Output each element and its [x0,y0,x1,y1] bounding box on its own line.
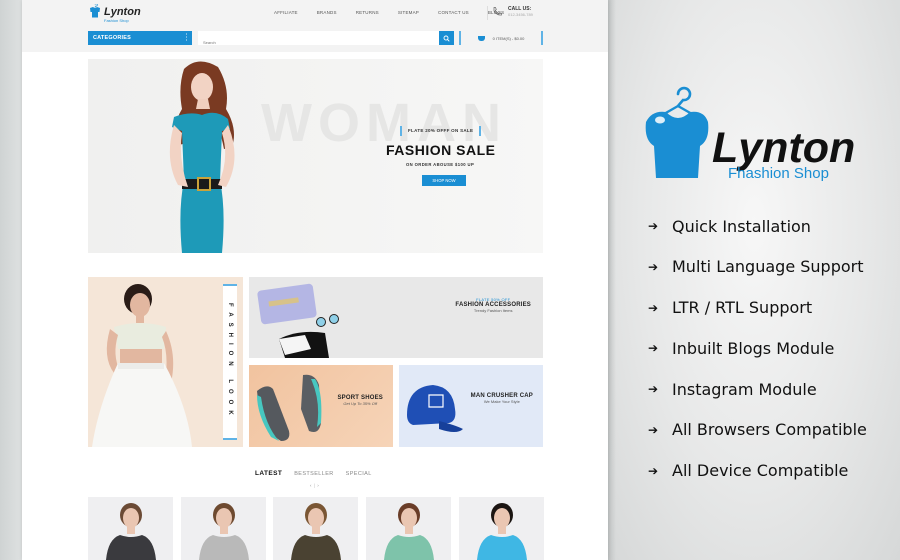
search-bar [198,31,454,50]
product-image [477,503,527,560]
nav-returns[interactable]: RETURNS [356,10,379,15]
cart-button[interactable]: 0 ITEM(S) - $0.00 [459,31,543,45]
product-image [199,503,249,560]
shirt-hanger-logo-icon [645,86,709,178]
arrow-right-icon: ➔ [648,422,659,437]
header: Lynton Fashion Shop AFFILIATE BRANDS RET… [22,0,608,52]
feature-label: Quick Installation [672,216,811,236]
shirt-hanger-icon [90,4,100,18]
brand-tagline: Fhashion Shop [728,165,829,182]
bags-sunglasses-image [257,283,339,358]
fashion-look-banner[interactable] [88,277,243,447]
feature-item: ➔ Quick Installation [648,216,867,236]
product-image [106,503,156,560]
arrow-right-icon: ➔ [648,300,659,315]
divider [487,6,488,20]
phone-icon [493,7,502,16]
menu-dots-icon: · · · [185,32,188,44]
logo-name: Lynton [104,6,141,18]
cart-summary: 0 ITEM(S) - $0.00 [492,35,525,41]
product-card[interactable] [459,497,544,560]
accessories-text: FLATE 50% OFF FASHION ACCESSORIES Trendy… [455,297,531,313]
fashion-accessories-banner[interactable]: FLATE 50% OFF FASHION ACCESSORIES Trendy… [249,277,543,358]
search-button[interactable] [439,31,454,45]
sport-shoes-image [257,374,322,441]
tab-latest[interactable]: LATEST [255,470,282,477]
hero-subtitle: ON ORDER ABOUSE $100 UP [406,162,475,167]
feature-item: ➔ Multi Language Support [648,257,867,277]
nav-sitemap[interactable]: SITEMAP [398,10,419,15]
categories-button[interactable]: CATEGORIES · · · [88,31,192,45]
arrow-right-icon: ➔ [648,463,659,478]
feature-label: Instagram Module [672,379,817,399]
hero-title: FASHION SALE [386,142,496,158]
search-icon [443,35,450,42]
hero-banner[interactable]: WOMAN FLATE 20% OFFF ON SALE FASHION SAL… [88,59,543,253]
arrow-right-icon: ➔ [648,382,659,397]
feature-label: All Device Compatible [672,461,849,481]
fashion-look-label: FASHION LOOK [223,284,237,440]
call-us: CALL US: 012-3456-789 [492,6,533,17]
product-card[interactable] [181,497,266,560]
arrow-right-icon: ➔ [648,341,659,356]
feature-item: ➔ All Browsers Compatible [648,420,867,440]
basket-icon [477,35,485,41]
nav-affiliate[interactable]: AFFILIATE [274,10,298,15]
cap-text: MAN CRUSHER CAP We Make Your Style [471,393,533,404]
feature-item: ➔ Instagram Module [648,379,867,399]
feature-label: Inbuilt Blogs Module [672,338,835,358]
arrow-right-icon: ➔ [648,259,659,274]
tab-special[interactable]: SPECIAL [346,471,372,477]
top-nav: AFFILIATE BRANDS RETURNS SITEMAP CONTACT… [274,10,523,15]
accessories-subtitle: Trendy Fashion Items [473,308,513,313]
feature-item: ➔ All Device Compatible [648,461,867,481]
shoes-text: SPORT SHOES Get Up To 35% Off [337,395,383,406]
theme-preview-page: Lynton Fashion Shop AFFILIATE BRANDS RET… [22,0,608,560]
model-blue-dress-image [169,61,235,253]
feature-item: ➔ Inbuilt Blogs Module [648,338,867,358]
prev-arrow-icon[interactable]: ‹ [310,483,312,488]
nav-brands[interactable]: BRANDS [317,10,337,15]
product-card[interactable] [88,497,173,560]
sport-shoes-banner[interactable]: SPORT SHOES Get Up To 35% Off [249,365,393,447]
shoes-subtitle: Get Up To 35% Off [343,401,378,406]
shop-now-button[interactable]: SHOP NOW [422,175,466,186]
feature-list: ➔ Quick Installation ➔ Multi Language Supp… [648,216,867,502]
store-logo[interactable]: Lynton Fashion Shop [88,4,141,23]
product-card[interactable] [273,497,358,560]
product-image [291,503,341,560]
hero-badge: FLATE 20% OFFF ON SALE [400,126,482,136]
logo-tagline: Fashion Shop [104,18,129,23]
blue-cap-image [407,385,463,432]
cap-subtitle: We Make Your Style [483,399,520,404]
model-white-lehenga-image [92,284,192,447]
call-number: 012-3456-789 [508,12,533,17]
product-card[interactable] [366,497,451,560]
man-crusher-cap-banner[interactable]: MAN CRUSHER CAP We Make Your Style [399,365,543,447]
feature-label: All Browsers Compatible [672,420,867,440]
fashion-look-text: FASHION LOOK [227,303,233,421]
carousel-pager: ‹ | › [310,483,319,488]
feature-label: LTR / RTL Support [672,298,813,318]
tab-bestseller[interactable]: BESTSELLER [294,471,333,477]
arrow-right-icon: ➔ [648,219,659,233]
product-image [384,503,434,560]
search-input[interactable] [198,35,438,50]
categories-label: CATEGORIES [93,35,131,41]
feature-item: ➔ LTR / RTL Support [648,298,867,318]
product-tabs: LATEST BESTSELLER SPECIAL [255,470,372,477]
feature-label: Multi Language Support [672,257,864,277]
next-arrow-icon[interactable]: › [317,483,319,488]
nav-contact-us[interactable]: CONTACT US [438,10,469,15]
